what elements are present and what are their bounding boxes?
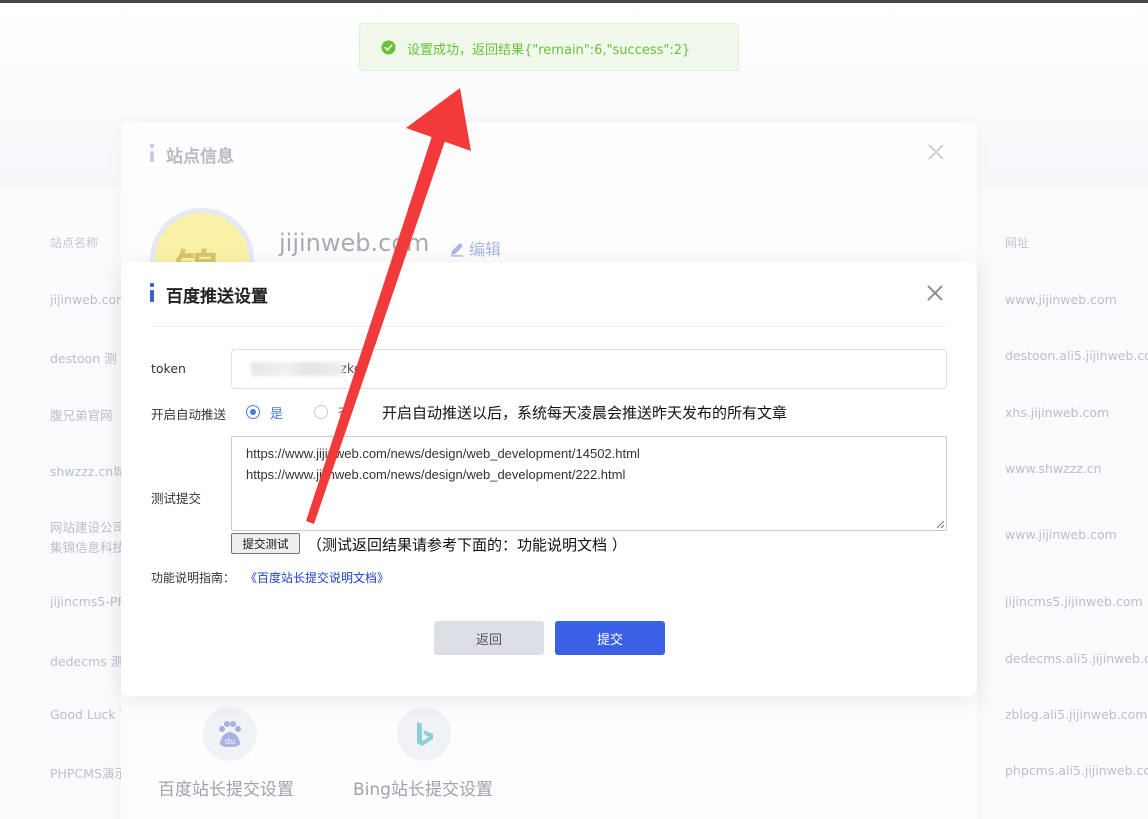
guide-doc-link[interactable]: 《百度站长提交说明文档》	[245, 569, 389, 586]
table-cell-url[interactable]: dedecms.ali5.jijinweb.com	[1005, 651, 1148, 666]
check-circle-icon	[381, 40, 396, 55]
bing-logo-icon	[417, 722, 433, 746]
close-icon[interactable]	[926, 142, 946, 162]
table-cell-name[interactable]: destoon 测	[50, 348, 125, 367]
auto-push-label: 开启自动推送	[151, 407, 227, 422]
back-button[interactable]: 返回	[434, 621, 544, 655]
auto-push-no-radio[interactable]	[314, 405, 328, 419]
auto-push-yes-label[interactable]: 是	[270, 403, 283, 422]
auto-push-yes-radio[interactable]	[246, 405, 260, 419]
test-result-hint: （测试返回结果请参考下面的：功能说明文档 ）	[307, 536, 627, 554]
edit-button[interactable]: 编辑	[449, 236, 501, 260]
table-cell-name[interactable]: jijincms5-PR	[50, 594, 125, 609]
baidu-push-modal: 百度推送设置 token 开启自动推送 是 否 开启自动推送以后，系统每天凌晨会…	[121, 262, 977, 696]
table-header-url: 网址	[1005, 236, 1030, 250]
table-cell-name[interactable]: dedecms 测	[50, 651, 125, 670]
submit-test-button[interactable]: 提交测试	[231, 533, 300, 554]
auto-push-no-label[interactable]: 否	[338, 403, 351, 422]
table-cell-name[interactable]: 网站建设公司	[50, 517, 125, 536]
success-toast: 设置成功，返回结果{"remain":6,"success":2}	[359, 23, 739, 71]
table-header-site-name: 站点名称	[50, 236, 99, 250]
edit-label: 编辑	[469, 240, 502, 259]
table-cell-url[interactable]: zblog.ali5.jijinweb.com	[1005, 707, 1148, 722]
table-cell-url[interactable]: www.shwzzz.cn	[1005, 461, 1148, 476]
table-cell-url[interactable]: jijincms5.jijinweb.com	[1005, 594, 1148, 609]
title-accent-icon	[150, 144, 154, 162]
table-cell-url[interactable]: www.jijinweb.com	[1005, 292, 1148, 307]
token-label: token	[151, 361, 186, 376]
table-cell-url[interactable]: destoon.ali5.jijinweb.com	[1005, 348, 1148, 363]
site-info-title: 站点信息	[166, 147, 234, 167]
test-urls-textarea[interactable]: https://www.jijinweb.com/news/design/web…	[231, 436, 947, 531]
guide-label: 功能说明指南：	[151, 571, 236, 585]
bing-icon[interactable]	[397, 707, 451, 761]
toast-message: 设置成功，返回结果{"remain":6,"success":2}	[407, 43, 691, 58]
bing-submit-settings-label[interactable]: Bing站长提交设置	[353, 775, 493, 800]
auto-push-hint: 开启自动推送以后，系统每天凌晨会推送昨天发布的所有文章	[382, 404, 788, 422]
table-cell-name[interactable]: Good Luck T	[50, 707, 125, 722]
table-cell-name[interactable]: PHPCMS演示	[50, 763, 125, 782]
push-settings-title: 百度推送设置	[166, 287, 268, 307]
table-cell-url[interactable]: xhs.jijinweb.com	[1005, 405, 1148, 420]
submit-button[interactable]: 提交	[555, 621, 665, 655]
site-domain: jijinweb.com	[279, 229, 430, 257]
pencil-icon	[451, 243, 463, 257]
table-cell-name[interactable]: jijinweb.com	[50, 292, 125, 307]
close-icon[interactable]	[925, 283, 945, 303]
baidu-icon-text: du	[225, 737, 235, 746]
table-cell-name[interactable]: shwzzz.cn城	[50, 461, 125, 480]
resize-handle-icon[interactable]	[936, 520, 945, 529]
token-redacted-mask	[251, 362, 343, 376]
table-cell-name[interactable]: 腹兄弟官网	[50, 405, 125, 424]
baidu-paw-icon: du	[219, 721, 241, 747]
table-cell-name[interactable]: 集锦信息科技	[50, 537, 125, 556]
table-cell-url[interactable]: phpcms.ali5.jijinweb.com	[1005, 763, 1148, 778]
baidu-icon[interactable]: du	[203, 707, 257, 761]
table-cell-url[interactable]: www.jijinweb.com	[1005, 527, 1148, 542]
test-submit-label: 测试提交	[151, 491, 202, 506]
title-accent-icon	[150, 283, 154, 302]
divider	[151, 326, 947, 327]
baidu-submit-settings-label[interactable]: 百度站长提交设置	[158, 775, 294, 800]
